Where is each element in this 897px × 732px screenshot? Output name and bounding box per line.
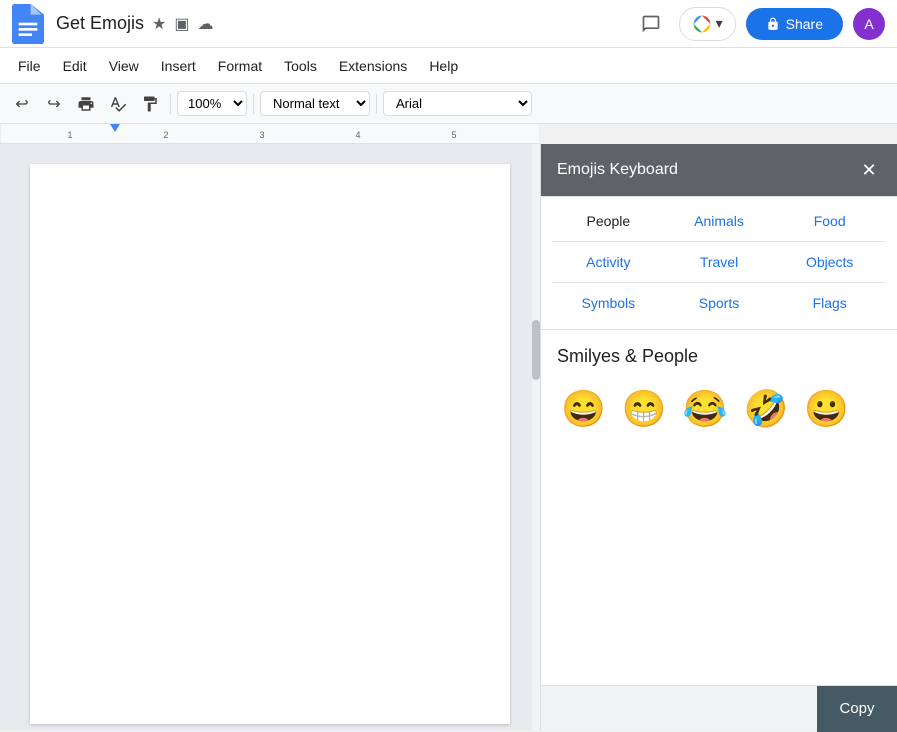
- category-travel[interactable]: Travel: [664, 246, 775, 278]
- cat-divider-2: [553, 282, 885, 283]
- zoom-select[interactable]: 100% 75% 125% 150% 200%: [177, 91, 247, 116]
- menu-insert[interactable]: Insert: [151, 54, 206, 78]
- category-animals[interactable]: Animals: [664, 205, 775, 237]
- emoji-grid: 😄 😁 😂 🤣 😀: [557, 387, 881, 431]
- print-icon: [77, 95, 95, 113]
- emoji-panel-close-button[interactable]: ✕: [857, 158, 881, 182]
- menu-format[interactable]: Format: [208, 54, 272, 78]
- emoji-bottom-bar: Copy: [541, 685, 897, 731]
- print-button[interactable]: [72, 90, 100, 118]
- category-people[interactable]: People: [553, 205, 664, 237]
- category-objects[interactable]: Objects: [774, 246, 885, 278]
- svg-text:5: 5: [451, 130, 456, 140]
- svg-text:4: 4: [355, 130, 360, 140]
- top-bar: Get Emojis ★ ▣ ☁ ▾: [0, 0, 897, 48]
- emoji-panel-title: Emojis Keyboard: [557, 161, 678, 179]
- svg-text:2: 2: [163, 130, 168, 140]
- comment-button[interactable]: [633, 6, 669, 42]
- close-icon: ✕: [861, 160, 876, 181]
- meet-icon: [692, 14, 712, 34]
- menu-view[interactable]: View: [99, 54, 149, 78]
- emoji-item[interactable]: 😂: [679, 387, 732, 431]
- menu-tools[interactable]: Tools: [274, 54, 327, 78]
- cloud-icon[interactable]: ☁: [198, 14, 214, 34]
- emoji-item[interactable]: 😁: [618, 387, 671, 431]
- redo-button[interactable]: ↪: [40, 90, 68, 118]
- emoji-item[interactable]: 😀: [800, 387, 853, 431]
- comment-icon: [641, 14, 661, 34]
- category-row-2: Activity Travel Objects: [553, 246, 885, 278]
- spell-check-button[interactable]: [104, 90, 132, 118]
- top-right-actions: ▾ Share A: [633, 6, 885, 42]
- user-avatar[interactable]: A: [853, 8, 885, 40]
- menu-help[interactable]: Help: [419, 54, 468, 78]
- divider-1: [170, 94, 171, 114]
- category-food[interactable]: Food: [774, 205, 885, 237]
- svg-text:1: 1: [67, 130, 72, 140]
- divider-2: [253, 94, 254, 114]
- share-button[interactable]: Share: [746, 8, 843, 40]
- copy-button[interactable]: Copy: [817, 686, 897, 732]
- document-area: [0, 144, 540, 731]
- emoji-item[interactable]: 🤣: [739, 387, 792, 431]
- emoji-section-title: Smilyes & People: [557, 346, 881, 367]
- undo-button[interactable]: ↩: [8, 90, 36, 118]
- category-sports[interactable]: Sports: [664, 287, 775, 319]
- template-icon[interactable]: ▣: [174, 14, 189, 34]
- lock-icon: [766, 17, 780, 31]
- paint-format-icon: [141, 95, 159, 113]
- divider-3: [376, 94, 377, 114]
- cat-divider-1: [553, 241, 885, 242]
- emoji-content: Smilyes & People 😄 😁 😂 🤣 😀: [541, 330, 897, 685]
- star-icon[interactable]: ★: [152, 14, 166, 34]
- ruler-svg: 1 2 3 4 5: [0, 124, 540, 144]
- emoji-item[interactable]: 😄: [557, 387, 610, 431]
- ruler: 1 2 3 4 5: [0, 124, 540, 144]
- scrollbar-track[interactable]: [532, 144, 540, 731]
- category-symbols[interactable]: Symbols: [553, 287, 664, 319]
- share-label: Share: [786, 16, 823, 32]
- menu-file[interactable]: File: [8, 54, 51, 78]
- font-select[interactable]: Arial Times New Roman Georgia: [383, 91, 532, 116]
- category-flags[interactable]: Flags: [774, 287, 885, 319]
- toolbar: ↩ ↪ 100% 75% 125% 150% 200% Normal text …: [0, 84, 897, 124]
- emoji-panel: Emojis Keyboard ✕ People Animals Food Ac…: [540, 144, 897, 731]
- category-row-1: People Animals Food: [553, 205, 885, 237]
- docs-icon: [12, 4, 44, 44]
- title-area: Get Emojis ★ ▣ ☁: [56, 13, 633, 34]
- emoji-panel-header: Emojis Keyboard ✕: [541, 144, 897, 197]
- menu-bar: File Edit View Insert Format Tools Exten…: [0, 48, 897, 84]
- menu-edit[interactable]: Edit: [53, 54, 97, 78]
- meet-button[interactable]: ▾: [679, 7, 736, 41]
- document-title: Get Emojis: [56, 13, 144, 34]
- emoji-preview-area: [541, 686, 817, 731]
- scrollbar-thumb[interactable]: [532, 320, 540, 380]
- document-page: [30, 164, 510, 724]
- menu-extensions[interactable]: Extensions: [329, 54, 417, 78]
- text-style-select[interactable]: Normal text Heading 1 Heading 2 Title: [260, 91, 370, 116]
- svg-text:3: 3: [259, 130, 264, 140]
- paint-format-button[interactable]: [136, 90, 164, 118]
- spellcheck-icon: [109, 95, 127, 113]
- category-tabs: People Animals Food Activity Travel Obje…: [541, 197, 897, 330]
- meet-dropdown-arrow: ▾: [716, 15, 723, 32]
- main-area: Emojis Keyboard ✕ People Animals Food Ac…: [0, 144, 897, 731]
- category-row-3: Symbols Sports Flags: [553, 287, 885, 319]
- category-activity[interactable]: Activity: [553, 246, 664, 278]
